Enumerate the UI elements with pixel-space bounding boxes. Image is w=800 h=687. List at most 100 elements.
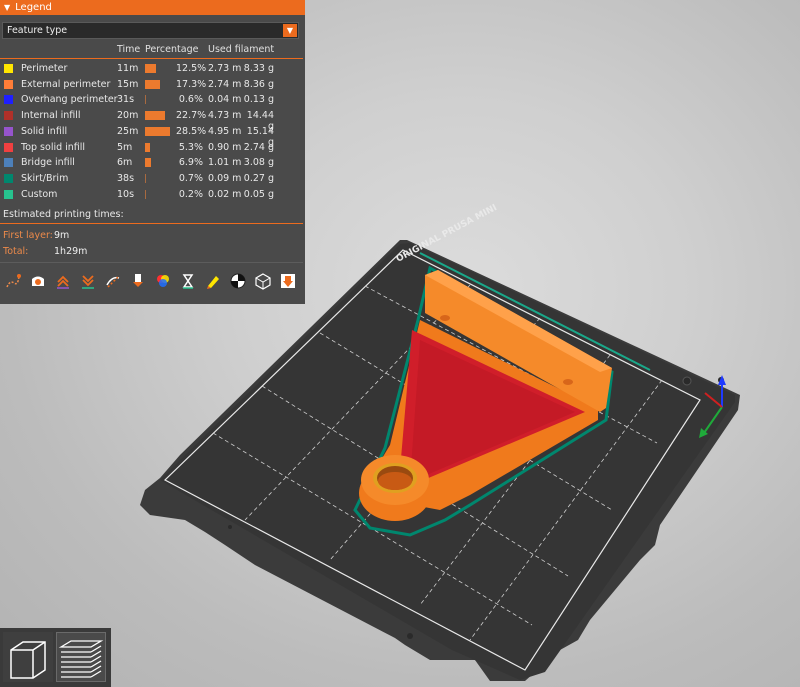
color-swatch [4, 173, 13, 183]
view-type-value: Feature type [7, 25, 68, 36]
row-length: 2.73 m [208, 63, 242, 74]
percentage-bar [145, 64, 156, 73]
svg-text:ORIGINAL PRUSA MINI: ORIGINAL PRUSA MINI [395, 203, 499, 265]
row-percentage: 22.7% [176, 110, 207, 122]
seams-icon[interactable] [102, 270, 124, 292]
legend-row[interactable]: Perimeter 11m 12.5% 2.73 m 8.33 g [0, 62, 305, 77]
row-weight: 0.27 g [243, 172, 274, 184]
percentage-bar [145, 126, 171, 136]
percentage-bar [145, 142, 150, 152]
row-time: 20m [117, 110, 139, 122]
row-name: Internal infill [21, 110, 81, 122]
percentage-bar [145, 158, 152, 168]
estimated-times-label: Estimated printing times: [3, 209, 124, 220]
row-time: 10s [117, 188, 135, 200]
view-switcher [0, 628, 111, 687]
row-name: Skirt/Brim [21, 172, 69, 184]
row-time: 25m [117, 125, 139, 137]
header-divider [0, 58, 303, 59]
row-percentage: 0.6% [178, 94, 203, 106]
row-length: 0.90 m [208, 141, 242, 153]
color-swatch [4, 95, 13, 105]
row-percentage: 0.7% [178, 172, 203, 184]
column-header-used-filament: Used filament [208, 44, 275, 55]
row-length: 4.73 m [208, 110, 242, 122]
legend-row[interactable]: External perimeter 15m 17.3% 2.74 m 8.36 g [0, 78, 305, 93]
percentage-bar [145, 79, 161, 89]
legend-title: Legend [15, 2, 52, 13]
row-time: 6m [117, 157, 133, 169]
tool-marker-icon[interactable] [277, 270, 299, 292]
total-value: 1h29m [54, 246, 88, 257]
travel-icon[interactable] [2, 270, 24, 292]
color-swatch [4, 64, 13, 73]
custom-gcodes-icon[interactable] [202, 270, 224, 292]
bed-brand-label: ORIGINAL PRUSA MINI [395, 203, 499, 265]
row-length: 0.09 m [208, 172, 242, 184]
pause-prints-icon[interactable] [177, 270, 199, 292]
row-weight: 0.05 g [243, 188, 274, 200]
percentage-bar [145, 173, 146, 183]
tool-changes-icon[interactable] [127, 270, 149, 292]
center-of-gravity-icon[interactable] [227, 270, 249, 292]
legend-row[interactable]: Bridge infill 6m 6.9% 1.01 m 3.08 g [0, 156, 305, 171]
legend-header[interactable]: ▼ Legend [0, 0, 305, 15]
row-percentage: 6.9% [178, 157, 203, 169]
preview-button[interactable] [56, 632, 106, 682]
percentage-bar [145, 111, 165, 121]
first-layer-label: First layer: [3, 230, 53, 241]
legend-row[interactable]: Top solid infill 5m 5.3% 0.90 m 2.74 g [0, 141, 305, 156]
color-swatch [4, 79, 13, 89]
3d-view-button[interactable] [3, 632, 53, 682]
row-name: Perimeter [21, 63, 68, 74]
row-weight: 2.74 g [243, 141, 274, 153]
deretractions-icon[interactable] [77, 270, 99, 292]
row-percentage: 28.5% [176, 125, 207, 137]
row-time: 38s [117, 172, 135, 184]
row-length: 0.02 m [208, 188, 242, 200]
shells-icon[interactable] [252, 270, 274, 292]
row-weight: 8.36 g [243, 78, 274, 90]
color-swatch [4, 126, 13, 136]
row-percentage: 12.5% [176, 63, 207, 74]
row-length: 1.01 m [208, 157, 242, 169]
column-header-percentage: Percentage [145, 44, 199, 55]
percentage-bar [145, 95, 146, 105]
legend-row[interactable]: Solid infill 25m 28.5% 4.95 m 15.14 g [0, 125, 305, 148]
color-changes-icon[interactable] [152, 270, 174, 292]
legend-row[interactable]: Internal infill 20m 22.7% 4.73 m 14.44 g [0, 109, 305, 132]
visibility-toolbar [2, 270, 302, 294]
percentage-bar [145, 189, 146, 199]
view-type-select[interactable]: Feature type ▼ [2, 22, 299, 39]
legend-row[interactable]: Skirt/Brim 38s 0.7% 0.09 m 0.27 g [0, 172, 305, 187]
row-length: 0.04 m [208, 94, 242, 106]
legend-panel: ▼ Legend Feature type ▼ Time Percentage … [0, 0, 305, 304]
retractions-icon[interactable] [52, 270, 74, 292]
row-weight: 3.08 g [243, 157, 274, 169]
wipe-icon[interactable] [27, 270, 49, 292]
column-header-time: Time [117, 44, 141, 55]
color-swatch [4, 189, 13, 199]
row-name: Top solid infill [21, 141, 86, 153]
row-time: 11m [117, 63, 139, 74]
dropdown-arrow-icon[interactable]: ▼ [283, 24, 297, 37]
color-swatch [4, 111, 13, 121]
row-name: Custom [21, 188, 58, 200]
total-label: Total: [3, 246, 29, 257]
row-percentage: 17.3% [176, 78, 207, 90]
row-weight: 8.33 g [243, 63, 274, 74]
toolbar-divider [0, 262, 303, 263]
row-time: 5m [117, 141, 133, 153]
first-layer-value: 9m [54, 230, 70, 241]
collapse-triangle-icon[interactable]: ▼ [4, 3, 10, 12]
legend-row[interactable]: Custom 10s 0.2% 0.02 m 0.05 g [0, 188, 305, 203]
row-name: Bridge infill [21, 157, 75, 169]
cube-icon [10, 641, 46, 679]
row-percentage: 5.3% [178, 141, 203, 153]
row-length: 4.95 m [208, 125, 242, 137]
color-swatch [4, 158, 13, 168]
row-name: Overhang perimeter [21, 94, 118, 106]
color-swatch [4, 142, 13, 152]
legend-row[interactable]: Overhang perimeter 31s 0.6% 0.04 m 0.13 g [0, 93, 305, 108]
row-percentage: 0.2% [178, 188, 203, 200]
